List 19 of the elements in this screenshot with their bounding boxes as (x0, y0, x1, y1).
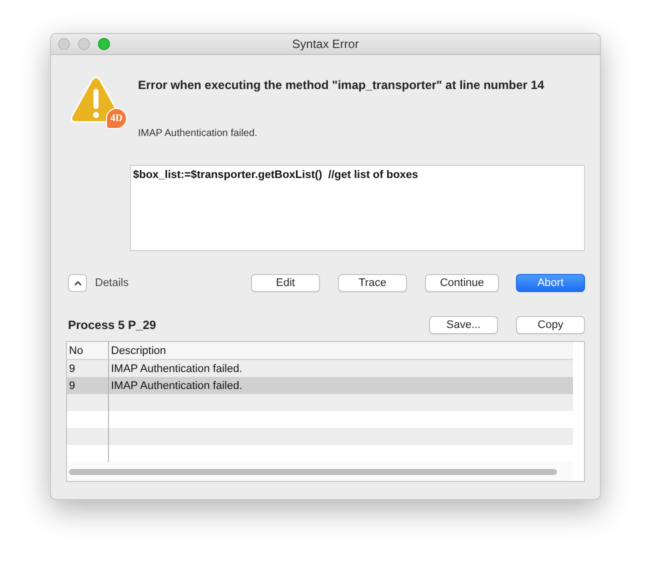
table-cell-text: IMAP Authentication failed. (110, 362, 242, 376)
details-label: Details (95, 277, 129, 289)
process-label: Process 5 P_29 (67, 318, 156, 332)
process-button[interactable]: Save... (429, 316, 498, 334)
column-header: No (67, 342, 109, 359)
error-message: IMAP Authentication failed. (138, 128, 258, 139)
dialog-button[interactable]: Trace (338, 274, 407, 292)
column-header: Description (110, 344, 166, 358)
code-box: $box_list:=$transporter.getBoxList() //get list of boxes (130, 165, 585, 251)
table-row[interactable]: 9 IMAP Authentication failed. (67, 377, 573, 394)
error-heading: Error when executing the method "imap_transporter" at line number 14 (138, 78, 544, 92)
dialog-button[interactable]: Continue (425, 274, 499, 292)
logo-badge: 4D (106, 108, 127, 129)
window-title: Syntax Error (292, 37, 359, 51)
table-cell-text: IMAP Authentication failed. (110, 378, 242, 394)
table-row[interactable]: 9 IMAP Authentication failed. (67, 360, 573, 377)
process-button[interactable]: Copy (516, 316, 585, 334)
dialog-button[interactable]: Edit (251, 274, 320, 292)
dialog-button[interactable]: Abort (516, 274, 585, 292)
